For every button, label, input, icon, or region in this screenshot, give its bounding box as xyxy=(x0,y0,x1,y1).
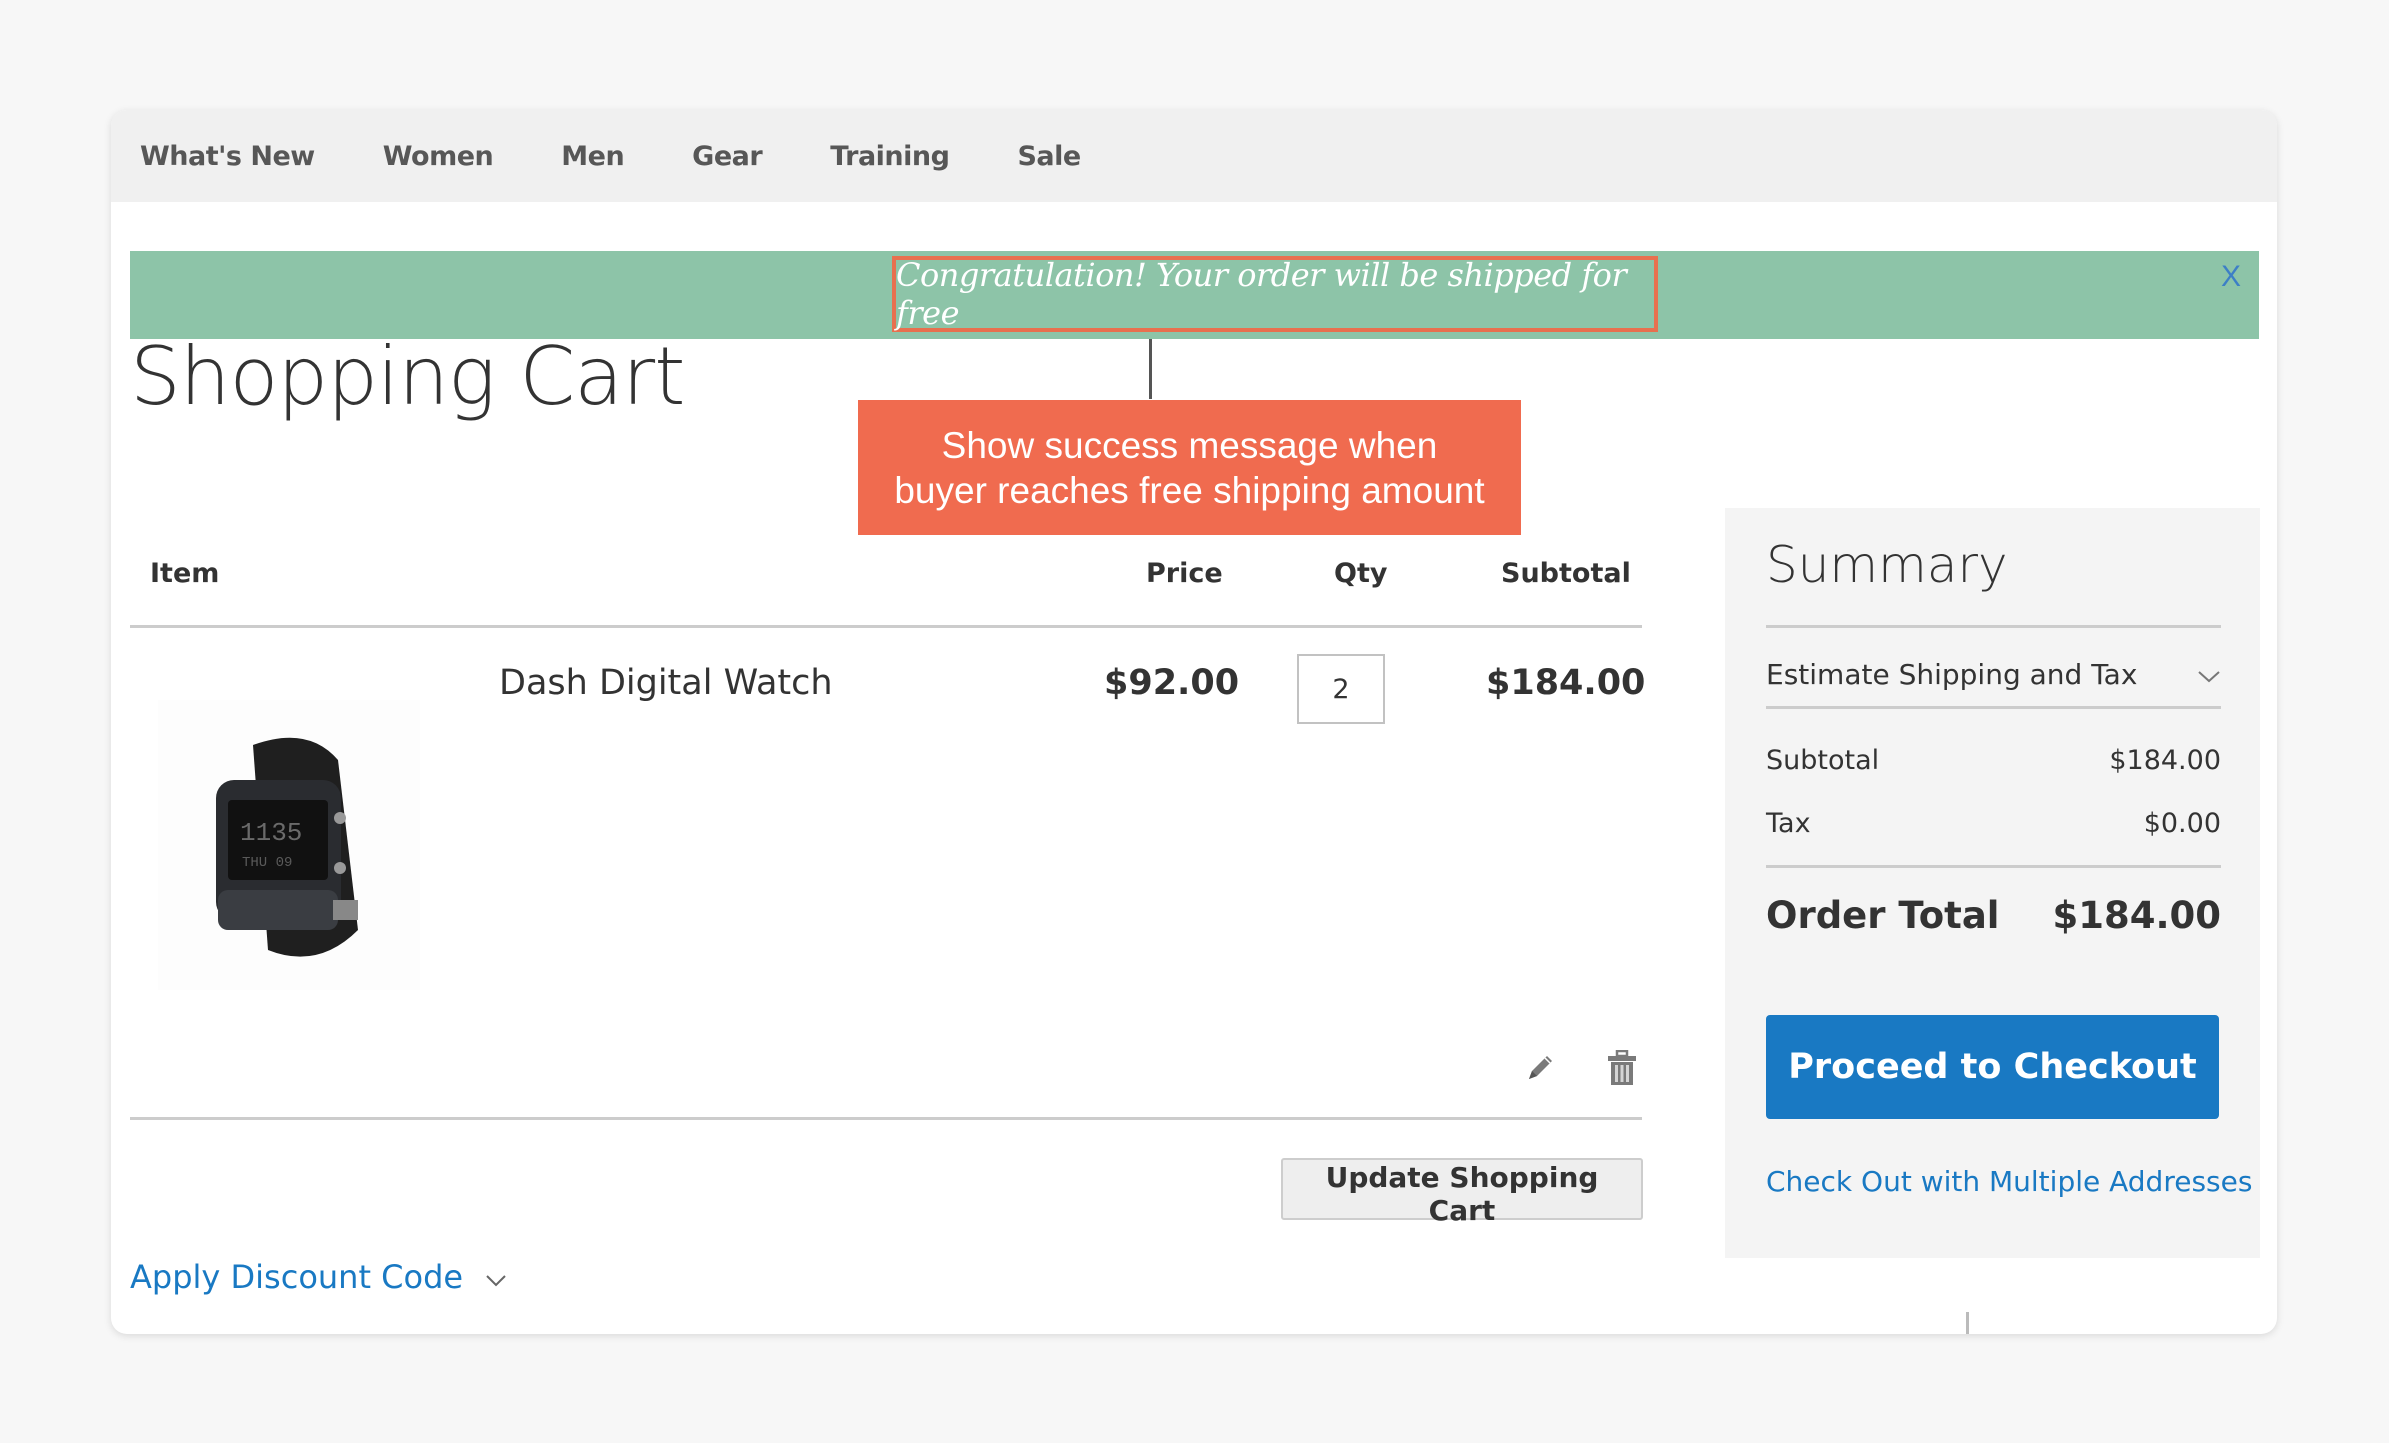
annotation-connector-line xyxy=(1149,339,1152,399)
svg-text:THU 09: THU 09 xyxy=(242,855,292,871)
annotation-line-1: Show success message when xyxy=(941,424,1438,466)
pencil-icon[interactable] xyxy=(1523,1051,1557,1090)
summary-subtotal-value: $184.00 xyxy=(2109,745,2221,776)
header-price: Price xyxy=(1146,558,1223,589)
chevron-down-icon xyxy=(485,1258,507,1296)
annotation-line-2: buyer reaches free shipping amount xyxy=(894,469,1485,511)
order-total-value: $184.00 xyxy=(2052,894,2221,937)
summary-subtotal-label: Subtotal xyxy=(1766,745,1880,776)
browser-frame: What's New Women Men Gear Training Sale … xyxy=(111,110,2277,1334)
table-header-divider xyxy=(130,625,1642,628)
summary-subtotal-row: Subtotal $184.00 xyxy=(1766,745,2221,776)
quantity-input[interactable] xyxy=(1297,654,1385,724)
top-navigation: What's New Women Men Gear Training Sale xyxy=(111,110,2277,202)
header-qty: Qty xyxy=(1334,558,1388,589)
nav-gear[interactable]: Gear xyxy=(692,141,763,172)
apply-discount-toggle[interactable]: Apply Discount Code xyxy=(130,1258,507,1296)
summary-tax-row: Tax $0.00 xyxy=(1766,808,2221,839)
svg-text:1135: 1135 xyxy=(240,818,302,848)
cart-item-divider xyxy=(130,1117,1642,1120)
multiple-addresses-link[interactable]: Check Out with Multiple Addresses xyxy=(1766,1165,2252,1198)
free-shipping-message: Congratulation! Your order will be shipp… xyxy=(892,256,1658,332)
nav-sale[interactable]: Sale xyxy=(1017,141,1081,172)
order-summary-panel: Summary Estimate Shipping and Tax Subtot… xyxy=(1725,508,2260,1258)
header-item: Item xyxy=(150,558,220,589)
estimate-shipping-toggle[interactable]: Estimate Shipping and Tax xyxy=(1766,658,2221,691)
summary-tax-label: Tax xyxy=(1766,808,1811,839)
product-subtotal: $184.00 xyxy=(1486,663,1646,703)
summary-title: Summary xyxy=(1766,536,2008,594)
nav-training[interactable]: Training xyxy=(830,141,950,172)
order-total-row: Order Total $184.00 xyxy=(1766,894,2221,937)
header-subtotal: Subtotal xyxy=(1501,558,1631,589)
summary-divider xyxy=(1766,625,2221,628)
summary-divider xyxy=(1766,865,2221,868)
page-title: Shopping Cart xyxy=(130,330,685,423)
apply-discount-label: Apply Discount Code xyxy=(130,1258,464,1296)
proceed-to-checkout-button[interactable]: Proceed to Checkout xyxy=(1766,1015,2219,1119)
annotation-callout: Show success message when buyer reaches … xyxy=(858,400,1521,535)
product-name[interactable]: Dash Digital Watch xyxy=(499,663,833,703)
nav-whats-new[interactable]: What's New xyxy=(140,141,315,172)
summary-divider xyxy=(1766,706,2221,709)
order-total-label: Order Total xyxy=(1766,894,2000,937)
nav-women[interactable]: Women xyxy=(383,141,494,172)
divider-tick xyxy=(1966,1312,1969,1334)
product-price: $92.00 xyxy=(1104,663,1240,703)
summary-tax-value: $0.00 xyxy=(2143,808,2221,839)
watch-image[interactable]: 1135 THU 09 xyxy=(158,700,420,990)
chevron-down-icon xyxy=(2197,658,2221,691)
update-cart-button[interactable]: Update Shopping Cart xyxy=(1281,1158,1643,1227)
estimate-shipping-label: Estimate Shipping and Tax xyxy=(1766,658,2138,691)
trash-icon[interactable] xyxy=(1607,1049,1637,1091)
nav-men[interactable]: Men xyxy=(561,141,624,172)
banner-close-button[interactable]: X xyxy=(2221,260,2241,294)
